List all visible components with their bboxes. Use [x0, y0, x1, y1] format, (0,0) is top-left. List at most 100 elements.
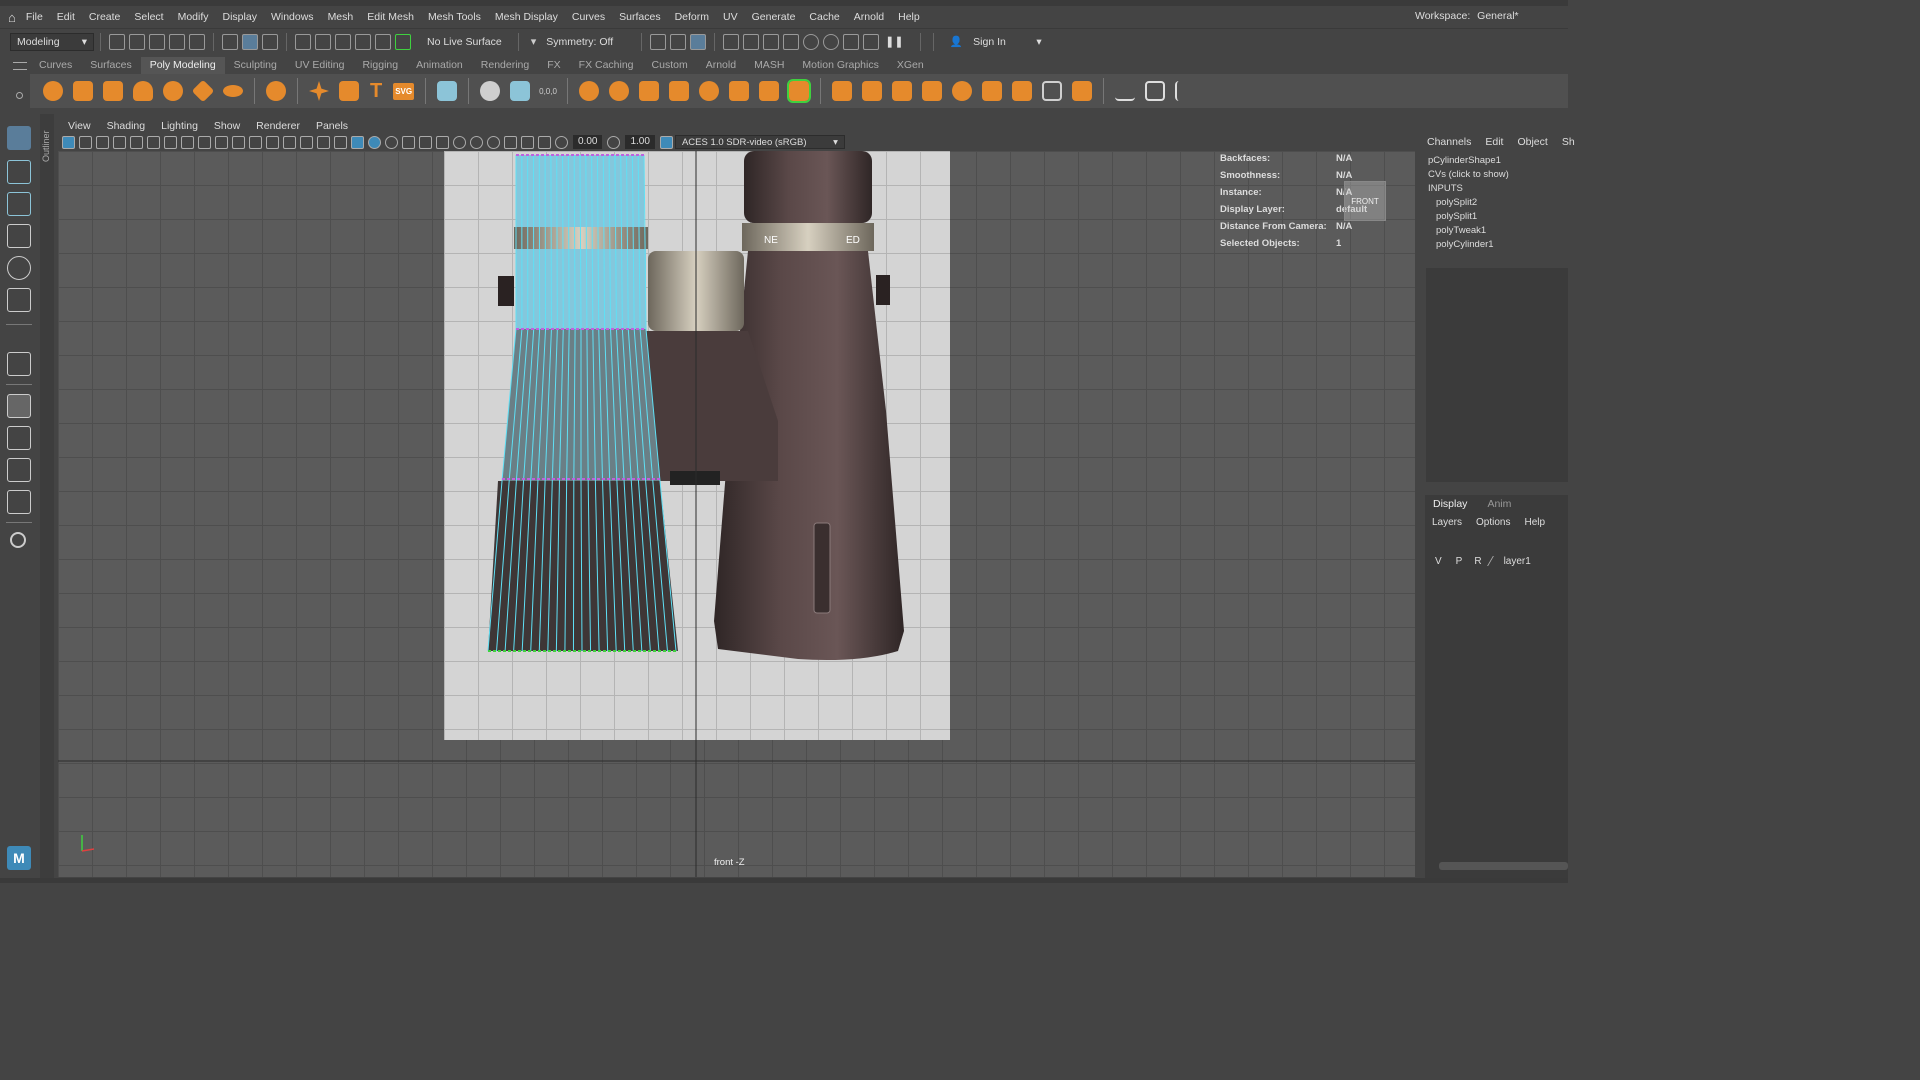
outliner-side-tab[interactable]: Outliner: [40, 114, 54, 878]
center-pivot-icon[interactable]: [510, 81, 531, 101]
grid-toggle-icon[interactable]: [249, 135, 262, 149]
poly-disc-icon[interactable]: [223, 85, 243, 97]
workspace-value[interactable]: General*: [1477, 10, 1518, 22]
layer-playback-toggle[interactable]: P: [1456, 556, 1463, 567]
viewport-menu-shading[interactable]: Shading: [107, 120, 146, 132]
bevel-icon[interactable]: [891, 81, 912, 101]
points-icon[interactable]: [334, 135, 347, 149]
symmetry-field[interactable]: Symmetry: Off: [546, 36, 613, 48]
menu-arnold[interactable]: Arnold: [854, 11, 884, 23]
reduce-icon[interactable]: [758, 81, 779, 101]
freeze-transform-label[interactable]: 0,0,0: [539, 87, 557, 96]
super-shape-icon[interactable]: [309, 81, 329, 101]
select-hierarchy-icon[interactable]: [222, 33, 238, 50]
input-node[interactable]: polySplit2: [1428, 196, 1568, 210]
bridge-icon[interactable]: [861, 81, 882, 101]
smooth-icon[interactable]: [728, 81, 749, 101]
render-sequence-icon[interactable]: [763, 33, 780, 50]
shelf-tab-curves[interactable]: Curves: [30, 57, 81, 74]
image-plane-icon[interactable]: [113, 135, 126, 149]
poly-cube-icon[interactable]: [73, 81, 93, 101]
snap-point-icon[interactable]: [335, 33, 351, 50]
smooth-shade-icon[interactable]: [283, 135, 296, 149]
select-camera-icon[interactable]: [62, 135, 75, 149]
menu-modify[interactable]: Modify: [178, 11, 209, 23]
safe-title-icon[interactable]: [232, 135, 245, 149]
quick-layout-two-icon[interactable]: [7, 458, 31, 482]
layer-menu-help[interactable]: Help: [1524, 517, 1545, 528]
layer-tab-anim[interactable]: Anim: [1487, 498, 1511, 510]
channel-menu-object[interactable]: Object: [1517, 136, 1547, 148]
select-component-icon[interactable]: [262, 33, 278, 50]
use-default-material-icon[interactable]: [402, 135, 415, 149]
mode-dropdown[interactable]: Modeling ▾: [10, 32, 94, 51]
pivot-icon[interactable]: [480, 81, 501, 101]
append-polygon-icon[interactable]: [921, 81, 942, 101]
light-editor-icon[interactable]: [863, 33, 880, 50]
horizontal-scrollbar[interactable]: [1439, 862, 1568, 870]
xray-active-icon[interactable]: [538, 135, 551, 149]
wireframe-icon[interactable]: [266, 135, 279, 149]
sweep-mesh-icon[interactable]: [339, 81, 359, 101]
quad-draw-icon[interactable]: [1174, 81, 1195, 101]
bounding-box-icon[interactable]: [317, 135, 330, 149]
new-scene-icon[interactable]: [109, 33, 125, 50]
layer-color-swatch[interactable]: [1486, 556, 1503, 566]
sign-in-dropdown[interactable]: 👤 Sign In ▾: [943, 32, 1048, 51]
input-node[interactable]: polyTweak1: [1428, 224, 1568, 238]
menu-mesh-display[interactable]: Mesh Display: [495, 11, 558, 23]
render-settings-icon[interactable]: [670, 33, 687, 50]
gamma-field[interactable]: 1.00: [625, 135, 655, 149]
menu-deform[interactable]: Deform: [675, 11, 709, 23]
render-frame-icon[interactable]: [723, 33, 740, 50]
separate-icon[interactable]: [608, 81, 629, 101]
shelf-tab-fx[interactable]: FX: [538, 57, 569, 74]
layer-reference-toggle[interactable]: R: [1474, 556, 1481, 567]
channel-menu-channels[interactable]: Channels: [1427, 136, 1471, 148]
shelf-tab-arnold[interactable]: Arnold: [697, 57, 745, 74]
boolean-icon[interactable]: [698, 81, 719, 101]
arnold-render-icon[interactable]: [803, 33, 820, 50]
redo-icon[interactable]: [189, 33, 205, 50]
layer-row[interactable]: V P R layer1: [1425, 551, 1568, 571]
channel-menu-edit[interactable]: Edit: [1485, 136, 1503, 148]
viewport-3d[interactable]: NE ED Backfaces: N/A Smoothness: N/A Ins…: [58, 151, 1415, 877]
paint-select-icon[interactable]: [7, 192, 31, 216]
home-icon[interactable]: ⌂: [8, 10, 16, 25]
depth-of-field-icon[interactable]: [504, 135, 517, 149]
select-object-icon[interactable]: [242, 33, 258, 50]
camera-lock-icon[interactable]: [130, 135, 143, 149]
combine-icon[interactable]: [578, 81, 599, 101]
viewport-menu-show[interactable]: Show: [214, 120, 240, 132]
exposure-field[interactable]: 0.00: [573, 135, 603, 149]
workspace-selector[interactable]: Workspace: General*: [1415, 10, 1519, 22]
viewport-menu-lighting[interactable]: Lighting: [161, 120, 198, 132]
construction-history-icon[interactable]: [650, 33, 667, 50]
quick-layout-single-icon[interactable]: [7, 394, 31, 418]
menu-uv[interactable]: UV: [723, 11, 738, 23]
view-cube[interactable]: FRONT: [1344, 181, 1386, 221]
menu-mesh-tools[interactable]: Mesh Tools: [428, 11, 481, 23]
exposure-icon[interactable]: [555, 135, 568, 149]
viewport-menu-renderer[interactable]: Renderer: [256, 120, 300, 132]
menu-create[interactable]: Create: [89, 11, 121, 23]
fill-hole-icon[interactable]: [951, 81, 972, 101]
flat-shade-icon[interactable]: [300, 135, 313, 149]
snap-surface-icon[interactable]: [375, 33, 391, 50]
shelf-tab-sculpting[interactable]: Sculpting: [225, 57, 286, 74]
menu-surfaces[interactable]: Surfaces: [619, 11, 660, 23]
multi-cut-icon[interactable]: [1041, 81, 1062, 101]
input-node[interactable]: polyCylinder1: [1428, 238, 1568, 252]
move-tool-icon[interactable]: [7, 224, 31, 248]
shelf-tab-rendering[interactable]: Rendering: [472, 57, 538, 74]
menu-help[interactable]: Help: [898, 11, 920, 23]
poly-plane-icon[interactable]: [191, 79, 215, 103]
color-space-dropdown[interactable]: ACES 1.0 SDR-video (sRGB) ▾: [674, 135, 845, 149]
poly-cylinder-icon[interactable]: [103, 81, 123, 101]
outliner-layout-icon[interactable]: [7, 490, 31, 514]
menu-edit[interactable]: Edit: [57, 11, 75, 23]
xray-joints-icon[interactable]: [385, 135, 398, 149]
ambient-occlusion-icon[interactable]: [453, 135, 466, 149]
platonic-solid-icon[interactable]: [266, 81, 286, 101]
menu-curves[interactable]: Curves: [572, 11, 605, 23]
